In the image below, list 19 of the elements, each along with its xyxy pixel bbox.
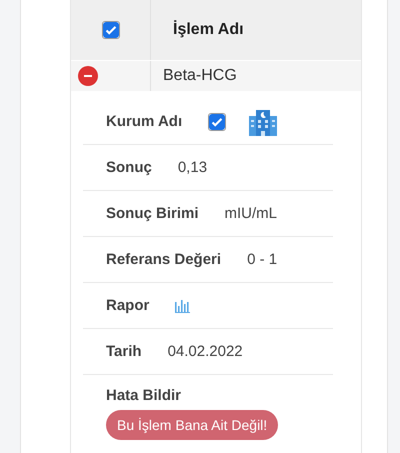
field-label: Sonuç (106, 159, 152, 176)
bar-chart-icon[interactable] (175, 298, 192, 312)
field-label: Sonuç Birimi (106, 205, 199, 222)
table-cell-text: Beta-HCG (162, 66, 237, 86)
field-value: 0 - 1 (247, 251, 278, 268)
field-label: Tarih (106, 343, 142, 360)
field-label: Hata Bildir (106, 387, 182, 404)
field-label: Kurum Adı (106, 113, 182, 130)
field-value: 04.02.2022 (168, 343, 243, 360)
field-label: Referans Değeri (106, 251, 222, 268)
field-label: Rapor (106, 297, 150, 314)
checkbox[interactable] (102, 21, 120, 39)
column-header: İşlem Adı (172, 19, 244, 40)
collapse-icon[interactable] (78, 66, 98, 86)
field-value: 0,13 (178, 159, 208, 176)
building-icon[interactable] (248, 108, 278, 136)
field-value: mIU/mL (224, 205, 278, 222)
checkbox[interactable] (208, 112, 226, 130)
report-error-button[interactable]: Bu İşlem Bana Ait Değil! (106, 410, 278, 440)
